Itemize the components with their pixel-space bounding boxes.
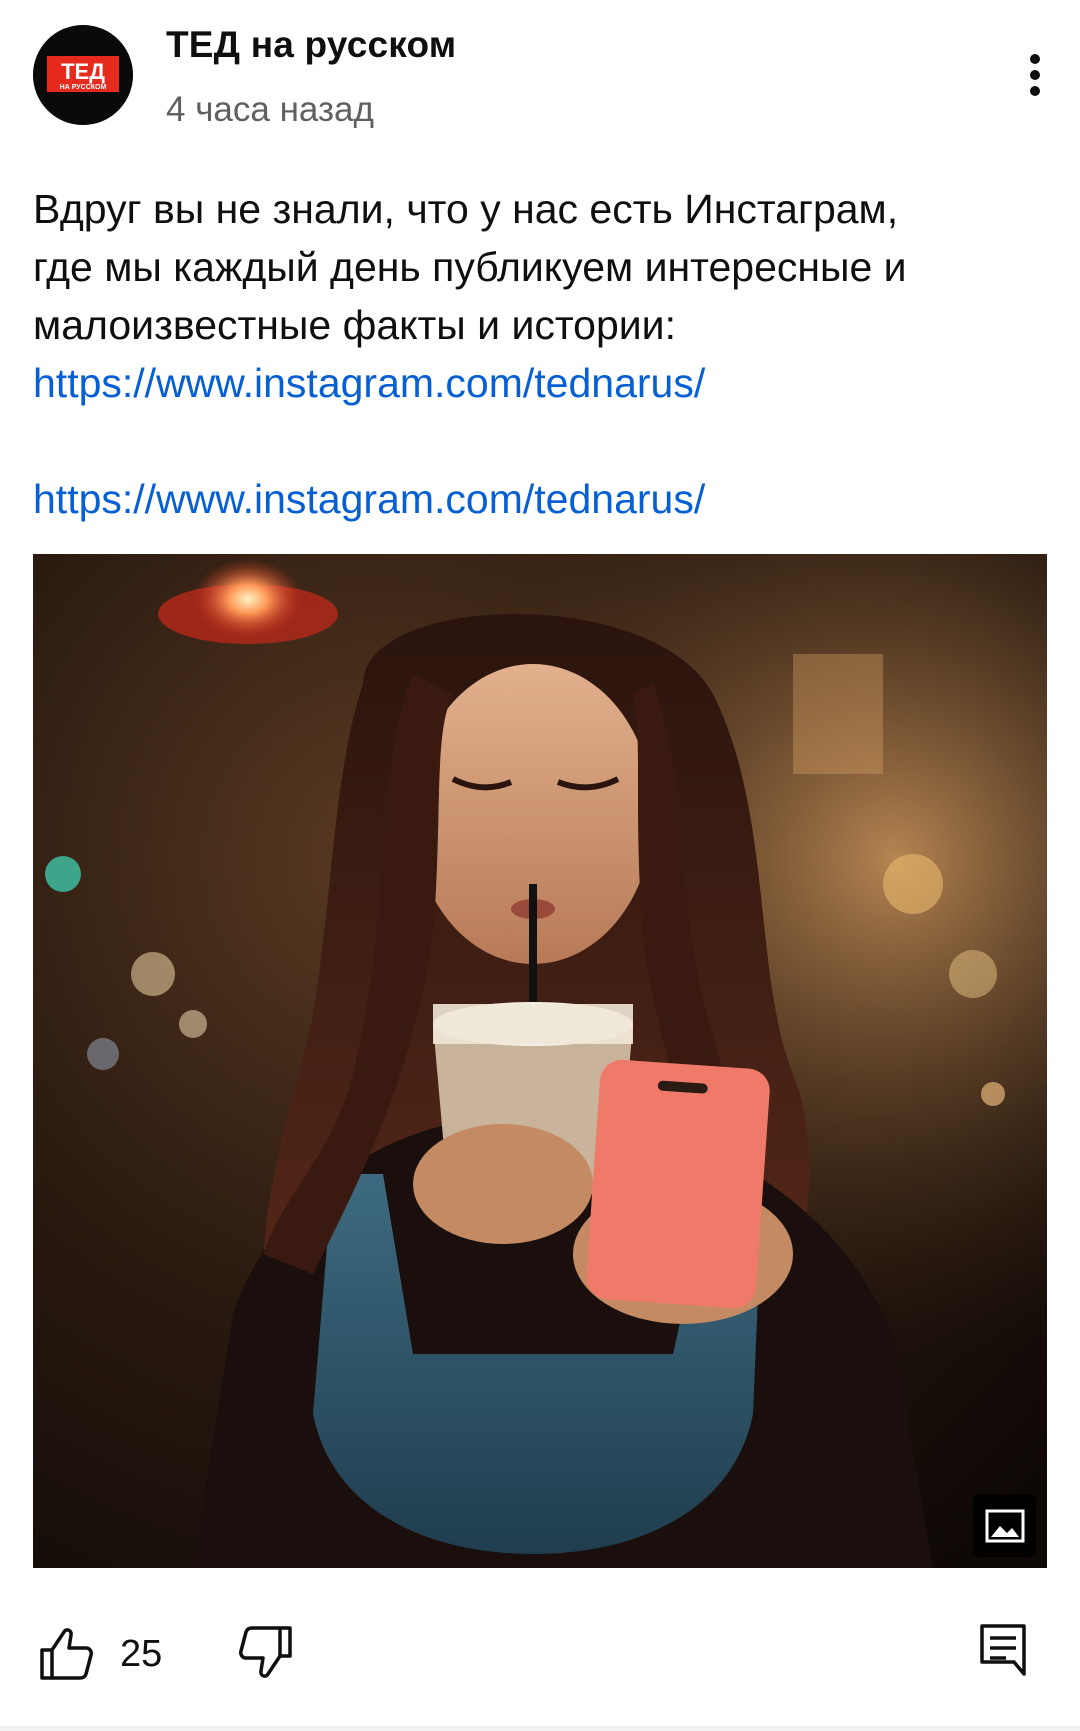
svg-text:НА РУССКОМ: НА РУССКОМ <box>60 84 107 91</box>
more-vert-icon <box>1030 54 1040 96</box>
post-header: ТЕД НА РУССКОМ ТЕД на русском 4 часа наз… <box>0 0 1080 150</box>
photo-girl-with-phone <box>33 554 1047 1568</box>
instagram-link-2[interactable]: https://www.instagram.com/tednarus/ <box>33 470 705 528</box>
post-text-line: малоизвестные факты и истории: <box>33 302 676 348</box>
post-image[interactable] <box>33 554 1047 1568</box>
svg-text:ТЕД: ТЕД <box>61 59 105 84</box>
comment-button[interactable] <box>978 1622 1028 1678</box>
dislike-button[interactable] <box>236 1622 296 1682</box>
post-text-line: Вдруг вы не знали, что у нас есть Инстаг… <box>33 186 899 232</box>
image-indicator <box>973 1494 1036 1557</box>
thumb-up-icon <box>40 1628 93 1680</box>
more-options-button[interactable] <box>1010 50 1060 100</box>
thumb-down-icon <box>239 1626 292 1678</box>
comment-icon <box>980 1624 1026 1676</box>
channel-name[interactable]: ТЕД на русском <box>166 24 456 66</box>
instagram-link[interactable]: https://www.instagram.com/tednarus/ <box>33 354 705 412</box>
like-button[interactable] <box>36 1624 96 1684</box>
channel-avatar[interactable]: ТЕД НА РУССКОМ <box>33 25 133 125</box>
action-bar: 25 <box>0 1600 1080 1710</box>
divider <box>0 1726 1080 1731</box>
community-post: ТЕД НА РУССКОМ ТЕД на русском 4 часа наз… <box>0 0 1080 1731</box>
post-timestamp: 4 часа назад <box>166 90 374 129</box>
ted-logo: ТЕД НА РУССКОМ <box>33 25 133 125</box>
like-count: 25 <box>120 1633 163 1675</box>
post-body: Вдруг вы не знали, что у нас есть Инстаг… <box>33 180 1043 528</box>
post-text-line: где мы каждый день публикуем интересные … <box>33 244 907 290</box>
image-icon <box>985 1509 1024 1542</box>
